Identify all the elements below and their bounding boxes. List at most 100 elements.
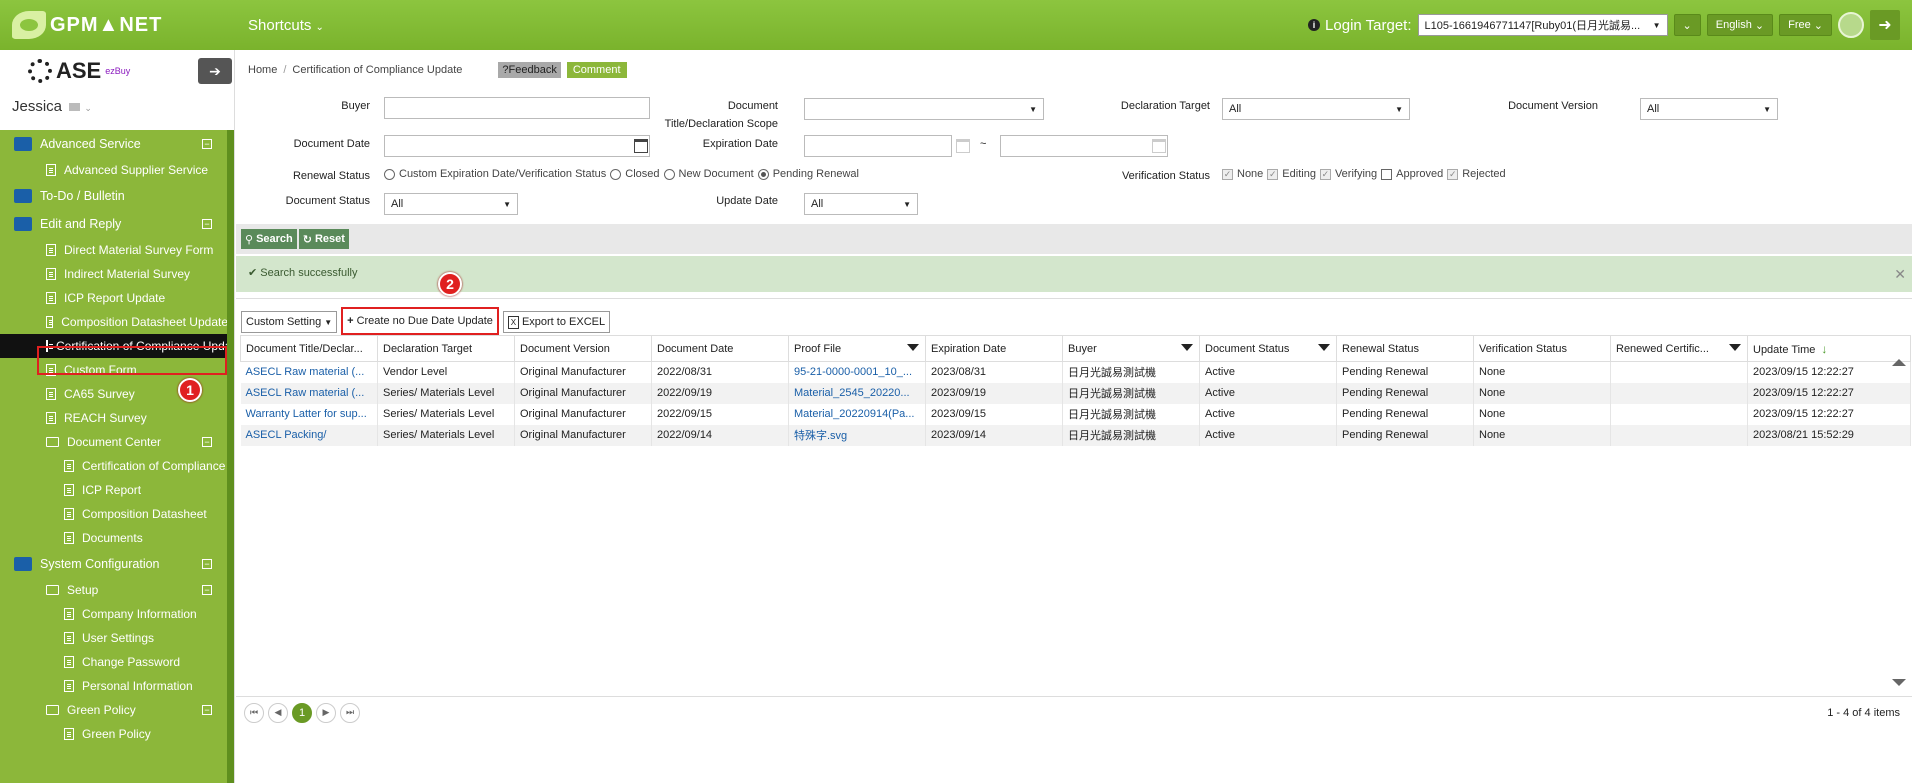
sidebar-item-reach-survey[interactable]: REACH Survey bbox=[0, 406, 228, 430]
collapse-icon[interactable]: − bbox=[202, 139, 212, 149]
sidebar-item-icp-report-update[interactable]: ICP Report Update bbox=[0, 286, 228, 310]
document-version-select[interactable]: All ▼ bbox=[1640, 98, 1778, 120]
calendar-icon[interactable] bbox=[956, 139, 970, 153]
checkbox-none[interactable]: ✓ bbox=[1222, 168, 1233, 180]
col-verification-status[interactable]: Verification Status bbox=[1473, 335, 1611, 362]
close-icon[interactable]: ✕ bbox=[1894, 266, 1906, 283]
col-proof-file[interactable]: Proof File bbox=[788, 335, 926, 362]
table-row[interactable]: ASECL Raw material (... Vendor Level Origi… bbox=[240, 361, 1911, 383]
sort-arrow-down-icon[interactable]: ↓ bbox=[1821, 342, 1827, 356]
sidebar-item-change-password[interactable]: Change Password bbox=[0, 650, 228, 674]
col-renewed-certificate[interactable]: Renewed Certific... bbox=[1610, 335, 1748, 362]
table-cell[interactable]: ASECL Raw material (... bbox=[240, 382, 378, 404]
feedback-button[interactable]: ?Feedback bbox=[498, 62, 561, 78]
col-declaration-target[interactable]: Declaration Target bbox=[377, 335, 515, 362]
document-status-select[interactable]: All ▼ bbox=[384, 193, 518, 215]
sidebar-item-green-policy[interactable]: Green Policy − bbox=[0, 698, 228, 722]
sidebar-item-company-information[interactable]: Company Information bbox=[0, 602, 228, 626]
table-cell[interactable]: 95-21-0000-0001_10_... bbox=[788, 361, 926, 383]
sidebar-item-advanced-service[interactable]: Advanced Service − bbox=[0, 130, 228, 158]
search-button[interactable]: ⚲ Search bbox=[241, 229, 297, 249]
declaration-target-select[interactable]: All ▼ bbox=[1222, 98, 1410, 120]
col-document-title[interactable]: Document Title/Declar... bbox=[240, 335, 378, 362]
collapse-icon[interactable]: − bbox=[202, 705, 212, 715]
col-buyer[interactable]: Buyer bbox=[1062, 335, 1200, 362]
login-target-toggle-button[interactable]: ⌄ bbox=[1673, 14, 1701, 36]
checkbox-rejected[interactable]: ✓ bbox=[1447, 168, 1459, 180]
sidebar-item-certification-of-compliance[interactable]: Certification of Compliance bbox=[0, 454, 228, 478]
comment-button[interactable]: Comment bbox=[566, 62, 627, 78]
radio-new-document[interactable] bbox=[663, 168, 675, 180]
radio-closed[interactable] bbox=[610, 168, 622, 180]
reset-button[interactable]: ↻ Reset bbox=[298, 229, 349, 249]
export-excel-button[interactable]: X Export to EXCEL bbox=[502, 311, 611, 333]
col-expiration-date[interactable]: Expiration Date bbox=[925, 335, 1063, 362]
radio-pending-renewal[interactable] bbox=[757, 168, 769, 180]
sidebar-item-personal-information[interactable]: Personal Information bbox=[0, 674, 228, 698]
document-select[interactable]: ▼ bbox=[804, 98, 1044, 120]
sidebar-item-green-policy[interactable]: Green Policy bbox=[0, 722, 228, 746]
last-page-icon[interactable]: ⏭ bbox=[340, 702, 360, 723]
sidebar-item-user-settings[interactable]: User Settings bbox=[0, 626, 228, 650]
sidebar-item-direct-material-survey-form[interactable]: Direct Material Survey Form bbox=[0, 238, 228, 262]
document-date-input[interactable] bbox=[384, 135, 650, 157]
sidebar-item-indirect-material-survey[interactable]: Indirect Material Survey bbox=[0, 262, 228, 286]
collapse-icon[interactable]: − bbox=[202, 559, 212, 569]
expiration-date-to-input[interactable] bbox=[1000, 135, 1168, 157]
table-row[interactable]: ASECL Raw material (... Series/ Materials… bbox=[240, 382, 1911, 404]
language-button[interactable]: English ⌄ bbox=[1706, 14, 1774, 36]
create-no-due-date-update-button[interactable]: + Create no Due Date Update bbox=[341, 307, 499, 335]
calendar-icon[interactable] bbox=[1152, 139, 1166, 153]
checkbox-approved[interactable] bbox=[1381, 168, 1393, 180]
update-date-select[interactable]: All ▼ bbox=[804, 193, 918, 215]
filter-icon[interactable] bbox=[1729, 344, 1741, 351]
table-cell[interactable]: ASECL Packing/ bbox=[240, 424, 378, 446]
checkbox-verifying[interactable]: ✓ bbox=[1319, 168, 1331, 180]
col-document-status[interactable]: Document Status bbox=[1199, 335, 1337, 362]
collapse-icon[interactable]: − bbox=[202, 585, 212, 595]
collapse-sidebar-button[interactable]: ➔ bbox=[198, 58, 232, 84]
calendar-icon[interactable] bbox=[634, 139, 648, 153]
custom-setting-button[interactable]: Custom Setting ▼ bbox=[241, 311, 338, 333]
radio-custom[interactable] bbox=[384, 168, 395, 180]
collapse-icon[interactable]: − bbox=[202, 437, 212, 447]
gpmnet-logo[interactable]: GPM▲NET bbox=[0, 0, 240, 50]
first-page-icon[interactable]: ⏮ bbox=[244, 702, 264, 723]
table-cell[interactable]: Material_20220914(Pa... bbox=[788, 403, 926, 425]
next-page-icon[interactable]: ▶ bbox=[316, 702, 336, 723]
col-update-time[interactable]: Update Time ↓ bbox=[1747, 335, 1911, 362]
shortcuts-menu[interactable]: Shortcuts ⌄ bbox=[248, 17, 324, 34]
table-cell[interactable]: 特殊字.svg bbox=[788, 424, 926, 446]
table-cell[interactable]: ASECL Raw material (... bbox=[240, 361, 378, 383]
page-number-current[interactable]: 1 bbox=[292, 702, 312, 723]
filter-icon[interactable] bbox=[907, 344, 919, 351]
collapse-icon[interactable]: − bbox=[202, 219, 212, 229]
table-row[interactable]: ASECL Packing/Series/ Materials Level Ori… bbox=[240, 424, 1911, 446]
col-document-version[interactable]: Document Version bbox=[514, 335, 652, 362]
expiration-date-from-input[interactable] bbox=[804, 135, 952, 157]
globe-icon[interactable] bbox=[1838, 12, 1864, 38]
sidebar-scrollbar[interactable] bbox=[227, 130, 234, 783]
table-row[interactable]: Warranty Latter for sup... Series/ Materi… bbox=[240, 403, 1911, 425]
table-cell[interactable]: Material_2545_20220... bbox=[788, 382, 926, 404]
checkbox-editing[interactable]: ✓ bbox=[1267, 168, 1279, 180]
prev-page-icon[interactable]: ◀ bbox=[268, 702, 288, 723]
sidebar-item-composition-datasheet-update[interactable]: Composition Datasheet Update bbox=[0, 310, 228, 334]
sidebar-item-advanced-supplier-service[interactable]: Advanced Supplier Service bbox=[0, 158, 228, 182]
sidebar-item-setup[interactable]: Setup − bbox=[0, 578, 228, 602]
breadcrumb-home[interactable]: Home bbox=[248, 64, 277, 76]
sidebar-item-to-do-bulletin[interactable]: To-Do / Bulletin bbox=[0, 182, 228, 210]
sidebar-item-documents[interactable]: Documents bbox=[0, 526, 228, 550]
scroll-down-icon[interactable] bbox=[1892, 679, 1906, 686]
col-document-date[interactable]: Document Date bbox=[651, 335, 789, 362]
col-renewal-status[interactable]: Renewal Status bbox=[1336, 335, 1474, 362]
logout-icon[interactable]: ➜ bbox=[1870, 10, 1900, 40]
sidebar-item-system-configuration[interactable]: System Configuration − bbox=[0, 550, 228, 578]
filter-icon[interactable] bbox=[1181, 344, 1193, 351]
sidebar-item-edit-and-reply[interactable]: Edit and Reply − bbox=[0, 210, 228, 238]
scroll-up-icon[interactable] bbox=[1892, 359, 1906, 366]
sidebar-item-composition-datasheet[interactable]: Composition Datasheet bbox=[0, 502, 228, 526]
table-cell[interactable]: Warranty Latter for sup... bbox=[240, 403, 378, 425]
sidebar-item-icp-report[interactable]: ICP Report bbox=[0, 478, 228, 502]
login-target-select[interactable]: L105-1661946771147[Ruby01(日月光誠易... ▼ bbox=[1417, 14, 1668, 36]
